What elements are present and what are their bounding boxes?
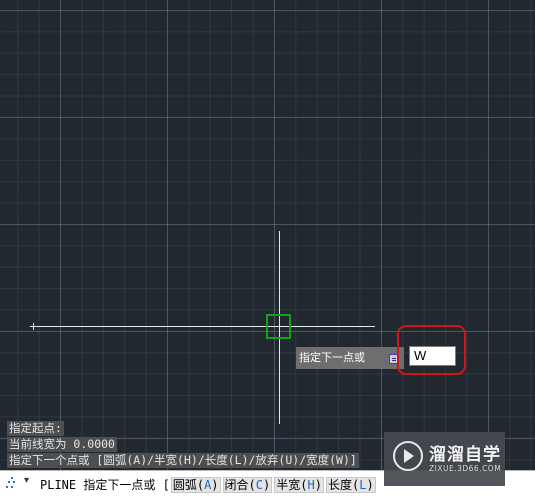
command-name: PLINE <box>40 478 77 492</box>
option-key: A <box>204 478 212 492</box>
dropdown-arrow-icon[interactable]: ▾ <box>24 475 29 486</box>
history-line-1: 指定起点: <box>7 421 64 436</box>
dynamic-input-tooltip: 指定下一点或 <box>296 347 404 369</box>
option-label: 半宽 <box>276 478 301 492</box>
history-line-3: 指定下一个点或 [圆弧(A)/半宽(H)/长度(L)/放弃(U)/宽度(W)] <box>7 453 359 468</box>
option-label: 圆弧 <box>172 478 197 492</box>
option-key: H <box>307 478 315 492</box>
option-halfwidth[interactable]: 半宽(H) <box>274 477 324 493</box>
watermark-url: ZIXUE.3D66.COM <box>429 464 502 473</box>
command-grip-icon[interactable] <box>6 477 18 491</box>
watermark-logo: 溜溜自学 ZIXUE.3D66.COM <box>384 432 505 486</box>
option-key: L <box>359 478 367 492</box>
option-label: 闭合 <box>224 478 249 492</box>
option-label: 长度 <box>327 478 352 492</box>
polyline-segment <box>33 326 375 327</box>
play-logo-icon <box>393 441 423 471</box>
tooltip-prompt: 指定下一点或 <box>299 351 365 364</box>
option-arc[interactable]: 圆弧(A) <box>170 477 221 493</box>
watermark-name: 溜溜自学 <box>429 445 501 465</box>
option-key: C <box>255 478 264 492</box>
crosshair-pickbox <box>266 314 291 339</box>
option-close[interactable]: 闭合(C) <box>222 477 273 493</box>
command-prompt-text: 指定下一点或 [ <box>83 478 170 492</box>
start-point-marker-icon <box>30 323 37 330</box>
drawing-canvas[interactable]: 指定下一点或 W 指定起点: 当前线宽为 0.0000 指定下一个点或 [圆弧(… <box>0 0 535 500</box>
highlight-annotation <box>397 325 466 375</box>
history-line-2: 当前线宽为 0.0000 <box>7 437 117 452</box>
command-prompt[interactable]: PLINE 指定下一点或 [圆弧(A) 闭合(C) 半宽(H) 长度(L) <box>40 476 377 493</box>
option-length[interactable]: 长度(L) <box>325 477 376 493</box>
